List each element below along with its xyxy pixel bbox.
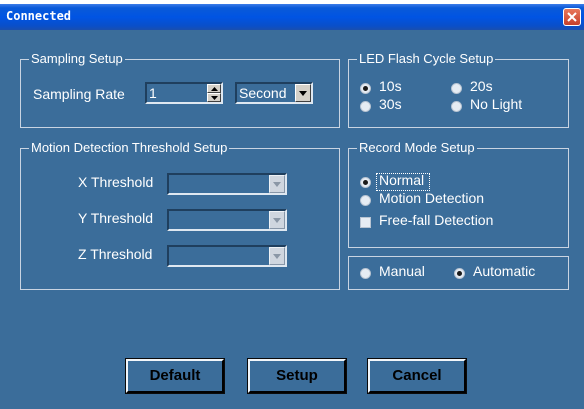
led-label-10s: 10s [379,78,402,94]
record-mode-group: Record Mode Setup Normal Motion Detectio… [348,140,569,248]
spin-up-button[interactable] [207,84,221,93]
x-threshold-label: X Threshold [78,174,154,190]
dialog-window: Connected Sampling Setup Sampling Rate 1 [0,4,584,409]
record-label-motion-detection: Motion Detection [379,190,485,206]
cancel-button[interactable]: Cancel [367,358,467,394]
sampling-setup-group: Sampling Setup Sampling Rate 1 Second [20,51,340,128]
sampling-setup-legend: Sampling Setup [29,51,125,67]
led-label-30s: 30s [379,96,402,112]
y-threshold-dropdown-button[interactable] [269,211,285,229]
mode-label-manual: Manual [379,263,425,279]
spin-up-icon [211,87,218,91]
sampling-rate-spinner[interactable]: 1 [145,82,223,104]
spin-down-button[interactable] [207,93,221,102]
record-mode-legend: Record Mode Setup [357,140,477,156]
z-threshold-label: Z Threshold [78,246,153,262]
chevron-down-icon [273,254,281,259]
sampling-rate-value: 1 [149,85,157,101]
mode-label-automatic: Automatic [473,263,536,279]
sampling-rate-label: Sampling Rate [33,86,125,102]
window-title: Connected [6,9,72,23]
led-radio-30s[interactable] [360,101,371,112]
dialog-client: Sampling Setup Sampling Rate 1 Second LE… [4,30,580,405]
chevron-down-icon [273,182,281,187]
free-fall-checkbox[interactable] [360,217,371,228]
sampling-unit-value: Second [239,85,287,101]
chevron-down-icon [299,91,307,96]
led-flash-group: LED Flash Cycle Setup 10s 20s 30s No Lig… [348,51,569,128]
sampling-unit-select[interactable]: Second [235,82,313,104]
close-button[interactable] [563,8,581,26]
sampling-rate-spin-buttons [207,84,221,102]
led-radio-20s[interactable] [451,83,462,94]
led-label-20s: 20s [470,78,493,94]
led-radio-no-light[interactable] [451,101,462,112]
y-threshold-select[interactable] [167,209,287,231]
motion-threshold-legend: Motion Detection Threshold Setup [29,140,230,156]
led-radio-10s[interactable] [360,83,371,94]
motion-threshold-group: Motion Detection Threshold Setup X Thres… [20,140,340,290]
default-button[interactable]: Default [125,358,225,394]
record-label-normal: Normal [379,172,425,188]
mode-radio-automatic[interactable] [454,268,465,279]
title-bar[interactable]: Connected [0,4,584,30]
chevron-down-icon [273,218,281,223]
mode-radio-manual[interactable] [360,268,371,279]
record-radio-motion-detection[interactable] [360,195,371,206]
z-threshold-select[interactable] [167,245,287,267]
record-radio-normal[interactable] [360,177,371,188]
led-label-no-light: No Light [470,96,523,112]
operation-mode-group: Manual Automatic [348,256,569,290]
x-threshold-select[interactable] [167,173,287,195]
setup-button[interactable]: Setup [247,358,347,394]
close-icon [567,12,577,22]
led-flash-legend: LED Flash Cycle Setup [357,51,496,67]
spin-down-icon [211,96,218,100]
free-fall-label: Free-fall Detection [379,212,494,228]
z-threshold-dropdown-button[interactable] [269,247,285,265]
y-threshold-label: Y Threshold [78,210,153,226]
x-threshold-dropdown-button[interactable] [269,175,285,193]
sampling-unit-dropdown-button[interactable] [295,84,311,102]
